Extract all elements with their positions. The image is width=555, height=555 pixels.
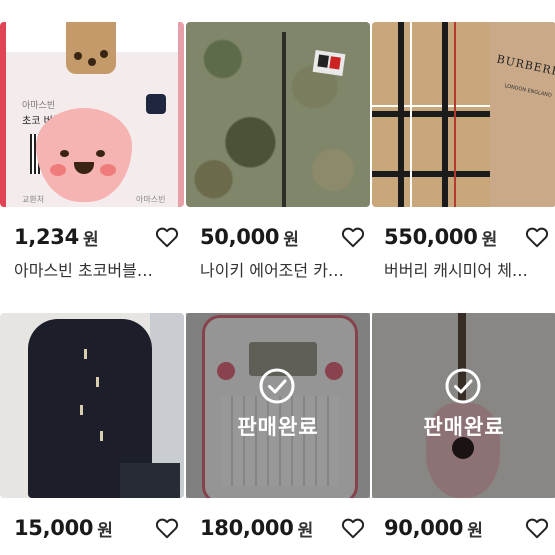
burberry-box: BURBERRY LONDON ENGLAND <box>490 22 555 207</box>
sold-label: 판매완료 <box>423 415 505 439</box>
currency: 원 <box>97 520 113 541</box>
sold-overlay: 판매완료 <box>372 313 555 498</box>
product-thumbnail[interactable] <box>0 313 184 498</box>
zipper <box>282 32 286 207</box>
heart-icon[interactable] <box>524 224 550 250</box>
check-scarf-image <box>372 22 492 207</box>
price: 1,234 <box>14 225 79 249</box>
price: 90,000 <box>384 516 464 540</box>
bubble-tea-image <box>66 22 116 74</box>
price-row: 180,000 원 <box>200 513 366 543</box>
check-circle-icon <box>444 367 482 405</box>
product-title[interactable]: 아마스빈 초코버블… <box>14 257 174 281</box>
price-row: 1,234 원 <box>14 222 180 252</box>
box-sub: LONDON ENGLAND <box>503 83 553 99</box>
voucher-shop: 아마스빈 <box>22 101 56 111</box>
heart-icon[interactable] <box>154 224 180 250</box>
product-grid: 아마스빈 초코 버블티 교환처 아마스빈 1,234 원 아마스빈 초코버블… <box>0 0 555 555</box>
currency: 원 <box>297 520 314 541</box>
heart-icon[interactable] <box>340 515 366 541</box>
price: 180,000 <box>200 516 294 540</box>
check-circle-icon <box>258 367 296 405</box>
price: 15,000 <box>14 516 94 540</box>
box-brand: BURBERRY <box>495 52 555 81</box>
voucher-brand-label: 아마스빈 <box>136 195 166 204</box>
price-row: 15,000 원 <box>14 513 180 543</box>
product-title[interactable]: 나이키 에어조던 카… <box>200 257 360 281</box>
voucher-left-label: 교환처 <box>22 195 45 204</box>
product-thumbnail[interactable]: BURBERRY LONDON ENGLAND <box>372 22 555 207</box>
currency: 원 <box>82 229 99 250</box>
product-thumbnail[interactable]: 아마스빈 초코 버블티 교환처 아마스빈 <box>0 22 184 207</box>
price-row: 90,000 원 <box>384 513 550 543</box>
product-title[interactable]: 버버리 캐시미어 체… <box>384 257 544 281</box>
sold-label: 판매완료 <box>237 415 319 439</box>
price-row: 50,000 원 <box>200 222 366 252</box>
app-icon <box>146 94 166 114</box>
price-row: 550,000 원 <box>384 222 550 252</box>
currency: 원 <box>481 229 498 250</box>
product-thumbnail[interactable] <box>186 22 370 207</box>
logo-patch <box>312 50 346 76</box>
currency: 원 <box>283 229 299 250</box>
peach-character <box>36 108 132 202</box>
heart-icon[interactable] <box>524 515 550 541</box>
heart-icon[interactable] <box>154 515 180 541</box>
currency: 원 <box>467 520 483 541</box>
sold-overlay: 판매완료 <box>186 313 370 498</box>
price: 550,000 <box>384 225 478 249</box>
price: 50,000 <box>200 225 280 249</box>
heart-icon[interactable] <box>340 224 366 250</box>
